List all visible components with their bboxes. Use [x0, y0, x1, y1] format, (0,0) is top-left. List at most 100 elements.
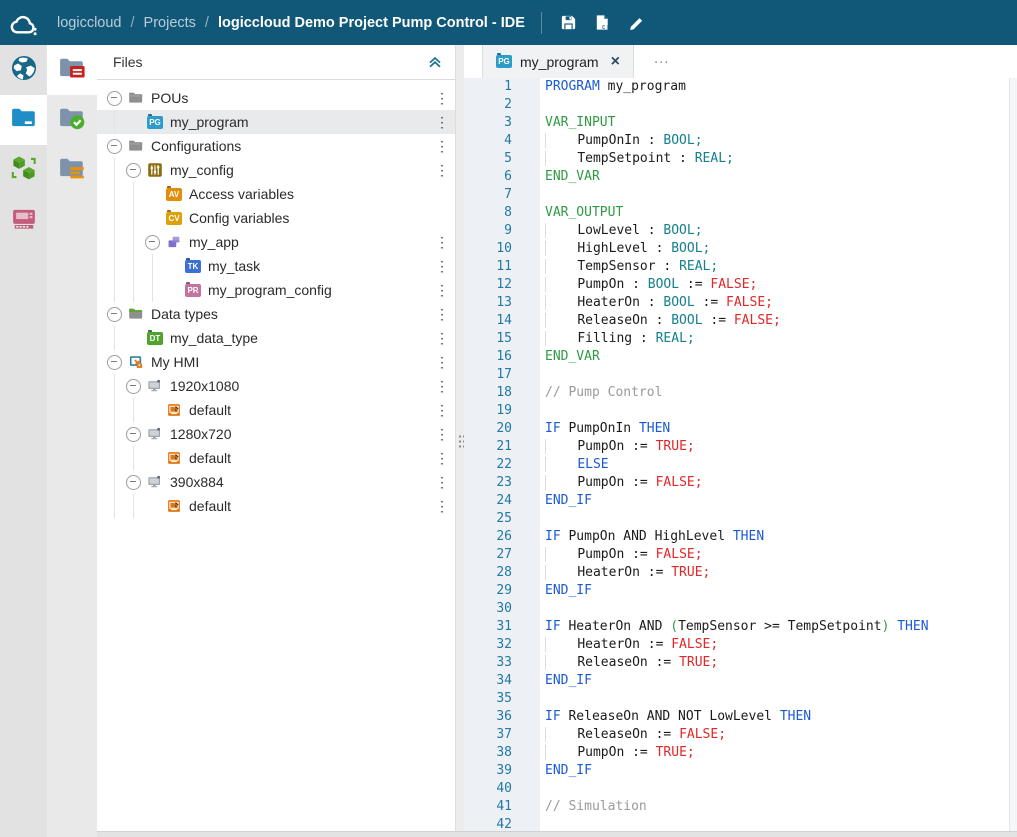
save-button[interactable]: [552, 6, 586, 40]
collapse-minus-icon[interactable]: [107, 91, 122, 106]
code-line-text: IF PumpOn AND HighLevel THEN: [540, 528, 764, 546]
kebab-menu-icon[interactable]: ⋮: [435, 494, 447, 518]
tree-row-my-task[interactable]: TK my_task ⋮: [97, 254, 455, 278]
tree-indent-guide: [114, 182, 126, 206]
tree-indent-guide: [114, 494, 126, 518]
tab-close-icon[interactable]: ×: [611, 54, 620, 70]
breadcrumb-logiccloud[interactable]: logiccloud: [57, 15, 122, 31]
tree-row-configurations[interactable]: Configurations⋮: [97, 134, 455, 158]
code-line: 3VAR_INPUT: [464, 114, 1010, 132]
tree-row-my-config[interactable]: my_config⋮: [97, 158, 455, 182]
collapse-minus-icon[interactable]: [126, 163, 141, 178]
hmi-device-icon: [10, 204, 38, 237]
code-line-text: PumpOnIn : BOOL;: [540, 132, 703, 150]
sidebar-item-approved-files[interactable]: [47, 95, 97, 145]
app-icon: [166, 234, 182, 250]
code-line: 34END_IF: [464, 672, 1010, 690]
tree-row-my-hmi[interactable]: My HMI⋮: [97, 350, 455, 374]
tree-row-my-program[interactable]: PGmy_program⋮: [97, 110, 455, 134]
kebab-menu-icon[interactable]: ⋮: [435, 134, 447, 158]
code-line-text: END_IF: [540, 672, 592, 690]
tree-indent-guide: [133, 206, 145, 230]
tab-my-program[interactable]: PG my_program ×: [482, 45, 634, 78]
tree-row-data-types[interactable]: Data types ⋮: [97, 302, 455, 326]
tree-item-label: Data types: [151, 306, 218, 322]
tree-row-default[interactable]: default⋮: [97, 446, 455, 470]
line-number: 37: [464, 726, 540, 744]
line-number: 34: [464, 672, 540, 690]
tree-item-label: my_task: [208, 258, 260, 274]
tree-row-my-program-config[interactable]: PRmy_program_config⋮: [97, 278, 455, 302]
pr-badge-icon: PR: [185, 282, 201, 298]
tree-row-default[interactable]: default⋮: [97, 398, 455, 422]
kebab-menu-icon[interactable]: ⋮: [435, 422, 447, 446]
tree-row-1920x1080[interactable]: 1920x1080⋮: [97, 374, 455, 398]
tree-row-my-data-type[interactable]: DTmy_data_type⋮: [97, 326, 455, 350]
code-line-text: END_IF: [540, 492, 592, 510]
collapse-minus-icon[interactable]: [126, 427, 141, 442]
collapse-minus-icon[interactable]: [107, 139, 122, 154]
tree-row-config-variables[interactable]: CVConfig variables: [97, 206, 455, 230]
sidebar-item-globe[interactable]: [0, 45, 47, 95]
page-orange-icon: [166, 498, 182, 514]
tk-badge-icon: TK: [185, 258, 201, 274]
code-line: 25: [464, 510, 1010, 528]
tree-row-1280x720[interactable]: 1280x720⋮: [97, 422, 455, 446]
kebab-menu-icon[interactable]: ⋮: [435, 398, 447, 422]
double-chevron-up-icon[interactable]: [427, 54, 443, 70]
export-button[interactable]: [586, 6, 620, 40]
collapse-minus-icon[interactable]: [126, 379, 141, 394]
code-line-text: ReleaseOn : BOOL := FALSE;: [540, 312, 781, 330]
line-number: 24: [464, 492, 540, 510]
code-line-text: END_IF: [540, 762, 592, 780]
line-number: 4: [464, 132, 540, 150]
code-line-text: PumpOn := TRUE;: [540, 438, 695, 456]
collapse-minus-icon[interactable]: [126, 475, 141, 490]
sidebar-item-project-files[interactable]: [47, 45, 97, 95]
tree-row-pous[interactable]: POUs⋮: [97, 86, 455, 110]
tab-overflow-button[interactable]: ...: [634, 45, 670, 78]
breadcrumb-projects[interactable]: Projects: [144, 15, 196, 31]
code-editor[interactable]: 1PROGRAM my_program23VAR_INPUT4 PumpOnIn…: [464, 78, 1010, 832]
collapse-minus-icon[interactable]: [145, 235, 160, 250]
sidebar-item-hmi-devices[interactable]: [0, 195, 47, 245]
tree-row-default[interactable]: default⋮: [97, 494, 455, 518]
collapse-minus-icon[interactable]: [107, 307, 122, 322]
tree-indent-guide: [133, 398, 145, 422]
editor-vertical-scrollbar[interactable]: [1009, 78, 1017, 832]
tree-row-390x884[interactable]: 390x884⋮: [97, 470, 455, 494]
line-number: 13: [464, 294, 540, 312]
edit-button[interactable]: [620, 6, 654, 40]
tree-indent-guide: [114, 278, 126, 302]
kebab-menu-icon[interactable]: ⋮: [435, 302, 447, 326]
kebab-menu-icon[interactable]: ⋮: [435, 254, 447, 278]
line-number: 15: [464, 330, 540, 348]
tree-row-access-variables[interactable]: AVAccess variables: [97, 182, 455, 206]
collapse-minus-icon[interactable]: [107, 355, 122, 370]
sidebar-item-task-files[interactable]: [47, 145, 97, 195]
tree-indent-guide: [133, 254, 145, 278]
code-line-text: END_VAR: [540, 168, 600, 186]
folder-icon: [128, 138, 144, 154]
kebab-menu-icon[interactable]: ⋮: [435, 230, 447, 254]
code-line-text: PumpOn := TRUE;: [540, 744, 695, 762]
kebab-menu-icon[interactable]: ⋮: [435, 110, 447, 134]
sidebar-item-deployments[interactable]: [0, 145, 47, 195]
line-number: 1: [464, 78, 540, 96]
kebab-menu-icon[interactable]: ⋮: [435, 470, 447, 494]
page-orange-icon: [166, 402, 182, 418]
code-line-text: [540, 780, 545, 798]
kebab-menu-icon[interactable]: ⋮: [435, 278, 447, 302]
kebab-menu-icon[interactable]: ⋮: [435, 374, 447, 398]
tree-row-my-app[interactable]: my_app⋮: [97, 230, 455, 254]
line-number: 5: [464, 150, 540, 168]
sidebar-item-projects[interactable]: [0, 95, 47, 145]
kebab-menu-icon[interactable]: ⋮: [435, 350, 447, 374]
kebab-menu-icon[interactable]: ⋮: [435, 158, 447, 182]
kebab-menu-icon[interactable]: ⋮: [435, 446, 447, 470]
kebab-menu-icon[interactable]: ⋮: [435, 86, 447, 110]
line-number: 18: [464, 384, 540, 402]
kebab-menu-icon[interactable]: ⋮: [435, 326, 447, 350]
editor-bottom-scrollbar[interactable]: [97, 831, 1017, 837]
code-line-text: ELSE: [540, 456, 609, 474]
